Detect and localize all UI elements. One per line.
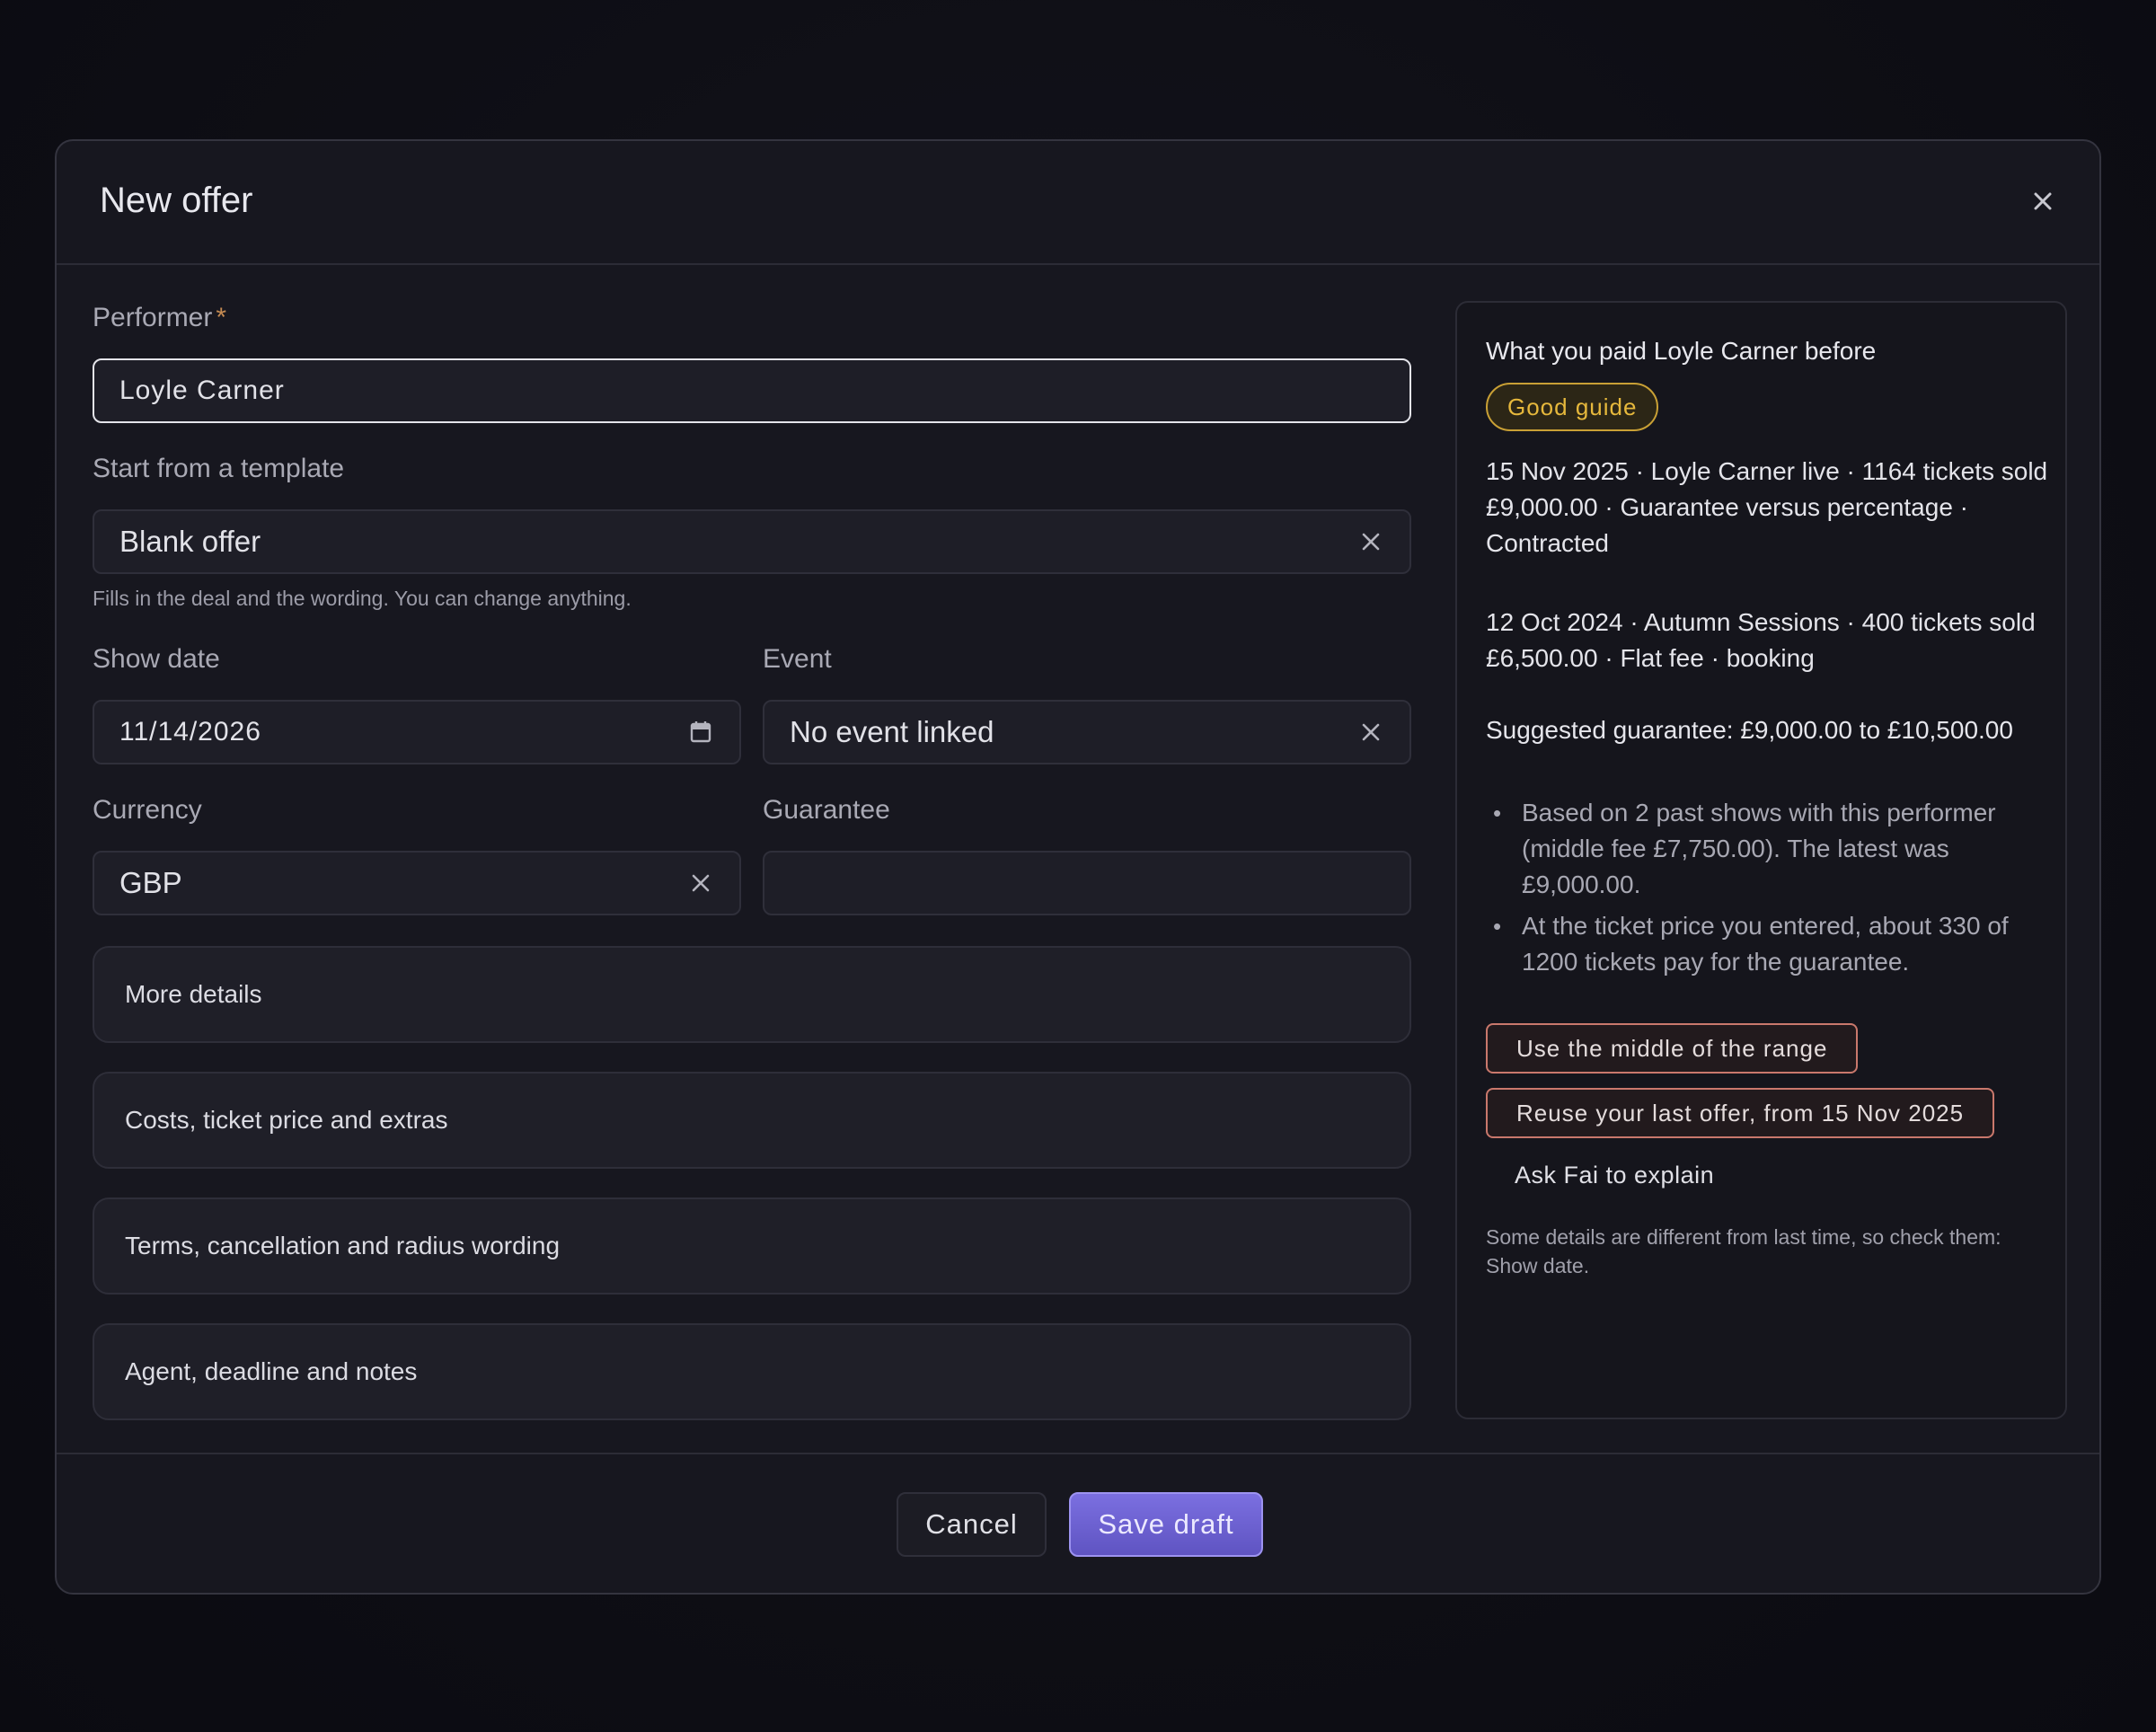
section-terms[interactable]: Terms, cancellation and radius wording bbox=[93, 1197, 1411, 1295]
reason-item: Based on 2 past shows with this performe… bbox=[1493, 795, 2041, 903]
history-line: 15 Nov 2025 · Loyle Carner live · 1164 t… bbox=[1486, 457, 2048, 485]
show-date-value: 11/14/2026 bbox=[119, 717, 261, 747]
close-icon[interactable] bbox=[2029, 188, 2056, 215]
show-date-label: Show date bbox=[93, 644, 220, 674]
event-value: No event linked bbox=[790, 715, 994, 748]
difference-note: Some details are different from last tim… bbox=[1486, 1225, 2001, 1277]
section-label: More details bbox=[125, 980, 262, 1008]
suggested-guarantee: Suggested guarantee: £9,000.00 to £10,50… bbox=[1486, 716, 2013, 744]
section-label: Agent, deadline and notes bbox=[125, 1357, 418, 1385]
save-draft-button[interactable]: Save draft bbox=[1069, 1492, 1263, 1557]
section-agent[interactable]: Agent, deadline and notes bbox=[93, 1323, 1411, 1420]
performer-label: Performer * bbox=[93, 303, 226, 333]
currency-value: GBP bbox=[119, 866, 182, 899]
history-line: £6,500.00 · Flat fee · booking bbox=[1486, 644, 1815, 672]
clear-currency-icon[interactable] bbox=[689, 871, 712, 895]
event-label: Event bbox=[763, 644, 832, 674]
new-offer-modal: New offer Performer * Loyle Carner Start … bbox=[55, 139, 2101, 1595]
reason-list: Based on 2 past shows with this performe… bbox=[1493, 795, 2041, 985]
performer-value: Loyle Carner bbox=[119, 376, 285, 405]
currency-label: Currency bbox=[93, 795, 202, 825]
reason-item: At the ticket price you entered, about 3… bbox=[1493, 908, 2041, 980]
history-item: 12 Oct 2024 · Autumn Sessions · 400 tick… bbox=[1486, 605, 2052, 676]
reuse-last-offer-button[interactable]: Reuse your last offer, from 15 Nov 2025 bbox=[1486, 1088, 1995, 1138]
guarantee-label: Guarantee bbox=[763, 795, 890, 825]
good-guide-badge: Good guide bbox=[1486, 383, 1659, 431]
modal-footer: Cancel Save draft bbox=[57, 1453, 2099, 1593]
history-line: £9,000.00 · Guarantee versus percentage … bbox=[1486, 493, 1969, 557]
history-item: 15 Nov 2025 · Loyle Carner live · 1164 t… bbox=[1486, 454, 2052, 561]
required-mark: * bbox=[216, 303, 227, 332]
template-select[interactable]: Blank offer bbox=[93, 509, 1411, 574]
performer-input[interactable]: Loyle Carner bbox=[93, 358, 1411, 423]
section-costs[interactable]: Costs, ticket price and extras bbox=[93, 1072, 1411, 1169]
show-date-input[interactable]: 11/14/2026 bbox=[93, 700, 741, 764]
use-middle-button[interactable]: Use the middle of the range bbox=[1486, 1023, 1859, 1074]
cancel-button[interactable]: Cancel bbox=[897, 1492, 1047, 1557]
guarantee-input[interactable] bbox=[763, 851, 1411, 915]
section-label: Terms, cancellation and radius wording bbox=[125, 1232, 561, 1259]
modal-header: New offer bbox=[57, 141, 2099, 265]
performer-label-text: Performer bbox=[93, 303, 213, 332]
template-helper-text: Fills in the deal and the wording. You c… bbox=[93, 587, 632, 610]
calendar-icon[interactable] bbox=[689, 720, 712, 745]
clear-event-icon[interactable] bbox=[1359, 720, 1383, 744]
history-line: 12 Oct 2024 · Autumn Sessions · 400 tick… bbox=[1486, 608, 2036, 636]
section-more-details[interactable]: More details bbox=[93, 946, 1411, 1043]
clear-template-icon[interactable] bbox=[1359, 530, 1383, 553]
template-value: Blank offer bbox=[119, 525, 261, 558]
section-label: Costs, ticket price and extras bbox=[125, 1106, 448, 1134]
template-label: Start from a template bbox=[93, 454, 345, 483]
event-select[interactable]: No event linked bbox=[763, 700, 1411, 764]
past-offers-panel: What you paid Loyle Carner before Good g… bbox=[1455, 301, 2067, 1419]
modal-title: New offer bbox=[100, 181, 253, 220]
ask-fai-button[interactable]: Ask Fai to explain bbox=[1515, 1162, 1714, 1189]
panel-title: What you paid Loyle Carner before bbox=[1486, 337, 1877, 365]
currency-select[interactable]: GBP bbox=[93, 851, 741, 915]
